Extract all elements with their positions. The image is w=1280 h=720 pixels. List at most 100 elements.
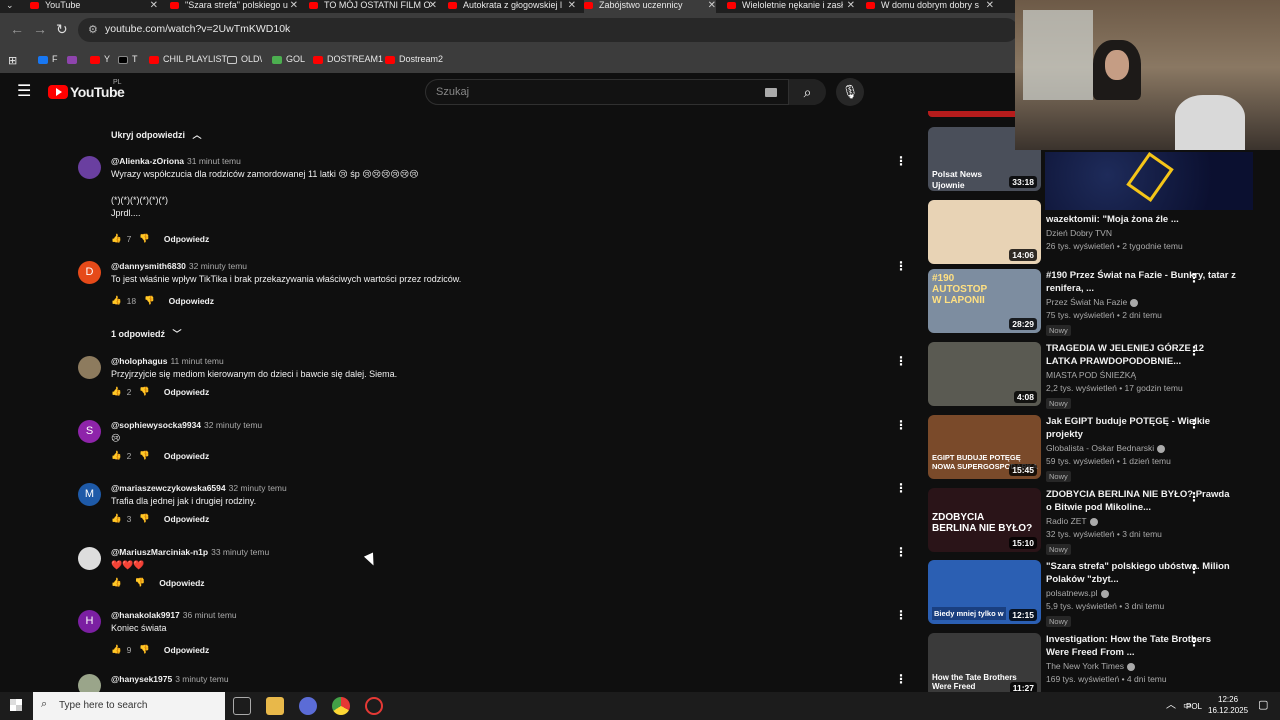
voice-search-button[interactable]: 🎙 [836, 78, 864, 106]
more-actions-icon[interactable]: ⋮ [1188, 562, 1200, 576]
more-actions-icon[interactable]: ⋮ [895, 481, 907, 495]
bookmark-item[interactable]: T [118, 54, 138, 64]
video-item[interactable]: How the Tate Brothers Were Freed 11:27 I… [928, 633, 1280, 692]
avatar[interactable]: H [78, 610, 101, 633]
bookmark-item[interactable]: Y [90, 54, 110, 64]
channel-name[interactable]: Radio ZET [1046, 516, 1236, 526]
hide-replies-toggle[interactable]: Ukryj odpowiedzi ︿ [111, 128, 202, 141]
bookmark-item[interactable]: DOSTREAM1 [313, 54, 383, 64]
apps-grid-icon[interactable]: ⊞ [8, 54, 17, 67]
taskbar-search[interactable]: ⌕ Type here to search [33, 692, 225, 720]
more-actions-icon[interactable]: ⋮ [1188, 635, 1200, 649]
channel-name[interactable]: Dzień Dobry TVN [1046, 228, 1236, 238]
video-thumbnail[interactable]: How the Tate Brothers Were Freed 11:27 [928, 633, 1041, 692]
browser-tab[interactable]: Wieloletnie nękanie i zasł ✕ [727, 0, 855, 13]
thumbs-down-icon[interactable]: 👎 [139, 513, 150, 524]
taskbar-search-input[interactable]: Type here to search [59, 700, 147, 711]
menu-icon[interactable]: ☰ [17, 81, 31, 101]
search-input[interactable]: Szukaj [436, 86, 469, 98]
more-actions-icon[interactable]: ⋮ [895, 608, 907, 622]
obs-icon[interactable] [365, 697, 383, 715]
video-item[interactable]: 4:08 TRAGEDIA W JELENIEJ GÓRZE 12 LATKA … [928, 342, 1280, 409]
comment-time[interactable]: 33 minuty temu [211, 547, 269, 557]
thumbs-down-icon[interactable]: 👎 [139, 644, 150, 655]
thumbs-down-icon[interactable]: 👎 [139, 233, 150, 244]
reply-button[interactable]: Odpowiedz [164, 387, 209, 397]
file-explorer-icon[interactable] [266, 697, 284, 715]
reply-button[interactable]: Odpowiedz [169, 296, 214, 306]
channel-name[interactable]: Przez Świat Na Fazie [1046, 297, 1236, 307]
comment-author[interactable]: @Alienka-zOriona [111, 156, 184, 166]
avatar[interactable]: M [78, 483, 101, 506]
more-actions-icon[interactable]: ⋮ [895, 154, 907, 168]
close-tab-icon[interactable]: ✕ [568, 0, 576, 11]
thumbs-up-icon[interactable]: 👍 [111, 450, 122, 461]
reload-icon[interactable]: ↻ [56, 21, 68, 38]
comment-time[interactable]: 3 minuty temu [175, 674, 228, 684]
avatar[interactable] [78, 674, 101, 692]
video-thumbnail[interactable]: 14:06 [928, 200, 1041, 264]
more-actions-icon[interactable]: ⋮ [895, 354, 907, 368]
thumbs-up-icon[interactable]: 👍 [111, 295, 122, 306]
video-thumbnail[interactable]: EGIPT BUDUJE POTĘGĘ NOWA SUPERGOSPODARKA… [928, 415, 1041, 479]
close-tab-icon[interactable]: ✕ [150, 0, 158, 11]
video-item[interactable]: EGIPT BUDUJE POTĘGĘ NOWA SUPERGOSPODARKA… [928, 415, 1280, 482]
video-thumbnail[interactable]: ZDOBYCIA BERLINA NIE BYŁO? 15:10 [928, 488, 1041, 552]
video-thumbnail[interactable]: Biedy mniej tylko w 12:15 [928, 560, 1041, 624]
channel-name[interactable]: Globalista - Oskar Bednarski [1046, 443, 1236, 453]
comment-time[interactable]: 31 minut temu [187, 156, 241, 166]
channel-name[interactable]: polsatnews.pl [1046, 588, 1236, 598]
browser-tab[interactable]: Autokrata z głogowskiej l ✕ [448, 0, 576, 13]
more-actions-icon[interactable]: ⋮ [1188, 417, 1200, 431]
search-box[interactable]: Szukaj ⌕ [425, 79, 826, 105]
more-actions-icon[interactable]: ⋮ [895, 259, 907, 273]
search-button[interactable]: ⌕ [788, 79, 826, 105]
close-tab-icon[interactable]: ✕ [429, 0, 437, 11]
comment-time[interactable]: 11 minut temu [170, 356, 223, 366]
bookmark-item[interactable]: CHIL PLAYLIST [149, 54, 227, 64]
video-title[interactable]: wazektomii: "Moja żona źle ... [1046, 213, 1236, 226]
task-view-icon[interactable] [233, 697, 251, 715]
comment-author[interactable]: @hanakolak9917 [111, 610, 180, 620]
reply-button[interactable]: Odpowiedz [164, 645, 209, 655]
keyboard-icon[interactable] [765, 88, 777, 97]
channel-name[interactable]: The New York Times [1046, 661, 1236, 671]
video-item[interactable]: Biedy mniej tylko w 12:15 "Szara strefa"… [928, 560, 1280, 627]
video-thumbnail[interactable]: 4:08 [928, 342, 1041, 406]
video-title[interactable]: "Szara strefa" polskiego ubóstwa. Milion… [1046, 560, 1236, 586]
bookmark-item[interactable] [67, 54, 81, 64]
browser-tab[interactable]: YouTube ✕ [30, 0, 158, 13]
reply-button[interactable]: Odpowiedz [164, 234, 209, 244]
back-icon[interactable]: ← [10, 21, 24, 37]
tab-search-chevron-icon[interactable]: ⌄ [6, 0, 14, 11]
windows-start-icon[interactable] [10, 699, 22, 711]
comment-time[interactable]: 32 minuty temu [229, 483, 287, 493]
bookmark-item[interactable]: GOL [272, 54, 305, 64]
address-bar[interactable]: ⚙ youtube.com/watch?v=2UwTmKWD10k [78, 18, 1018, 42]
browser-tab-active[interactable]: Zabójstwo uczennicy ✕ [584, 0, 716, 13]
comment-time[interactable]: 32 minuty temu [204, 420, 262, 430]
close-tab-icon[interactable]: ✕ [708, 0, 716, 11]
comment-author[interactable]: @dannysmith6830 [111, 261, 186, 271]
video-item[interactable]: ZDOBYCIA BERLINA NIE BYŁO? 15:10 ZDOBYCI… [928, 488, 1280, 555]
comment-author[interactable]: @hanysek1975 [111, 674, 172, 684]
more-actions-icon[interactable]: ⋮ [1188, 271, 1200, 285]
show-replies-toggle[interactable]: 1 odpowiedź ﹀ [111, 327, 182, 340]
video-thumbnail[interactable]: #190 AUTOSTOP W LAPONII 28:29 [928, 269, 1041, 333]
close-tab-icon[interactable]: ✕ [290, 0, 298, 11]
comment-author[interactable]: @sophiewysocka9934 [111, 420, 201, 430]
reply-button[interactable]: Odpowiedz [164, 514, 209, 524]
avatar[interactable]: D [78, 261, 101, 284]
bookmark-item[interactable]: F [38, 54, 58, 64]
reply-button[interactable]: Odpowiedz [159, 578, 204, 588]
thumbs-up-icon[interactable]: 👍 [111, 577, 122, 588]
site-info-icon[interactable]: ⚙ [88, 23, 98, 36]
comment-author[interactable]: @holophagus [111, 356, 167, 366]
browser-tab[interactable]: "Szara strefa" polskiego u ✕ [170, 0, 298, 13]
video-title[interactable]: #190 Przez Świat na Fazie - Bunkry, tata… [1046, 269, 1236, 295]
comment-author[interactable]: @mariaszewczykowska6594 [111, 483, 226, 493]
video-title[interactable]: ZDOBYCIA BERLINA NIE BYŁO? Prawda o Bitw… [1046, 488, 1236, 514]
video-item[interactable]: #190 AUTOSTOP W LAPONII 28:29 #190 Przez… [928, 269, 1280, 336]
clock[interactable]: 12:26 16.12.2025 [1208, 694, 1248, 716]
comment-time[interactable]: 36 minut temu [183, 610, 237, 620]
